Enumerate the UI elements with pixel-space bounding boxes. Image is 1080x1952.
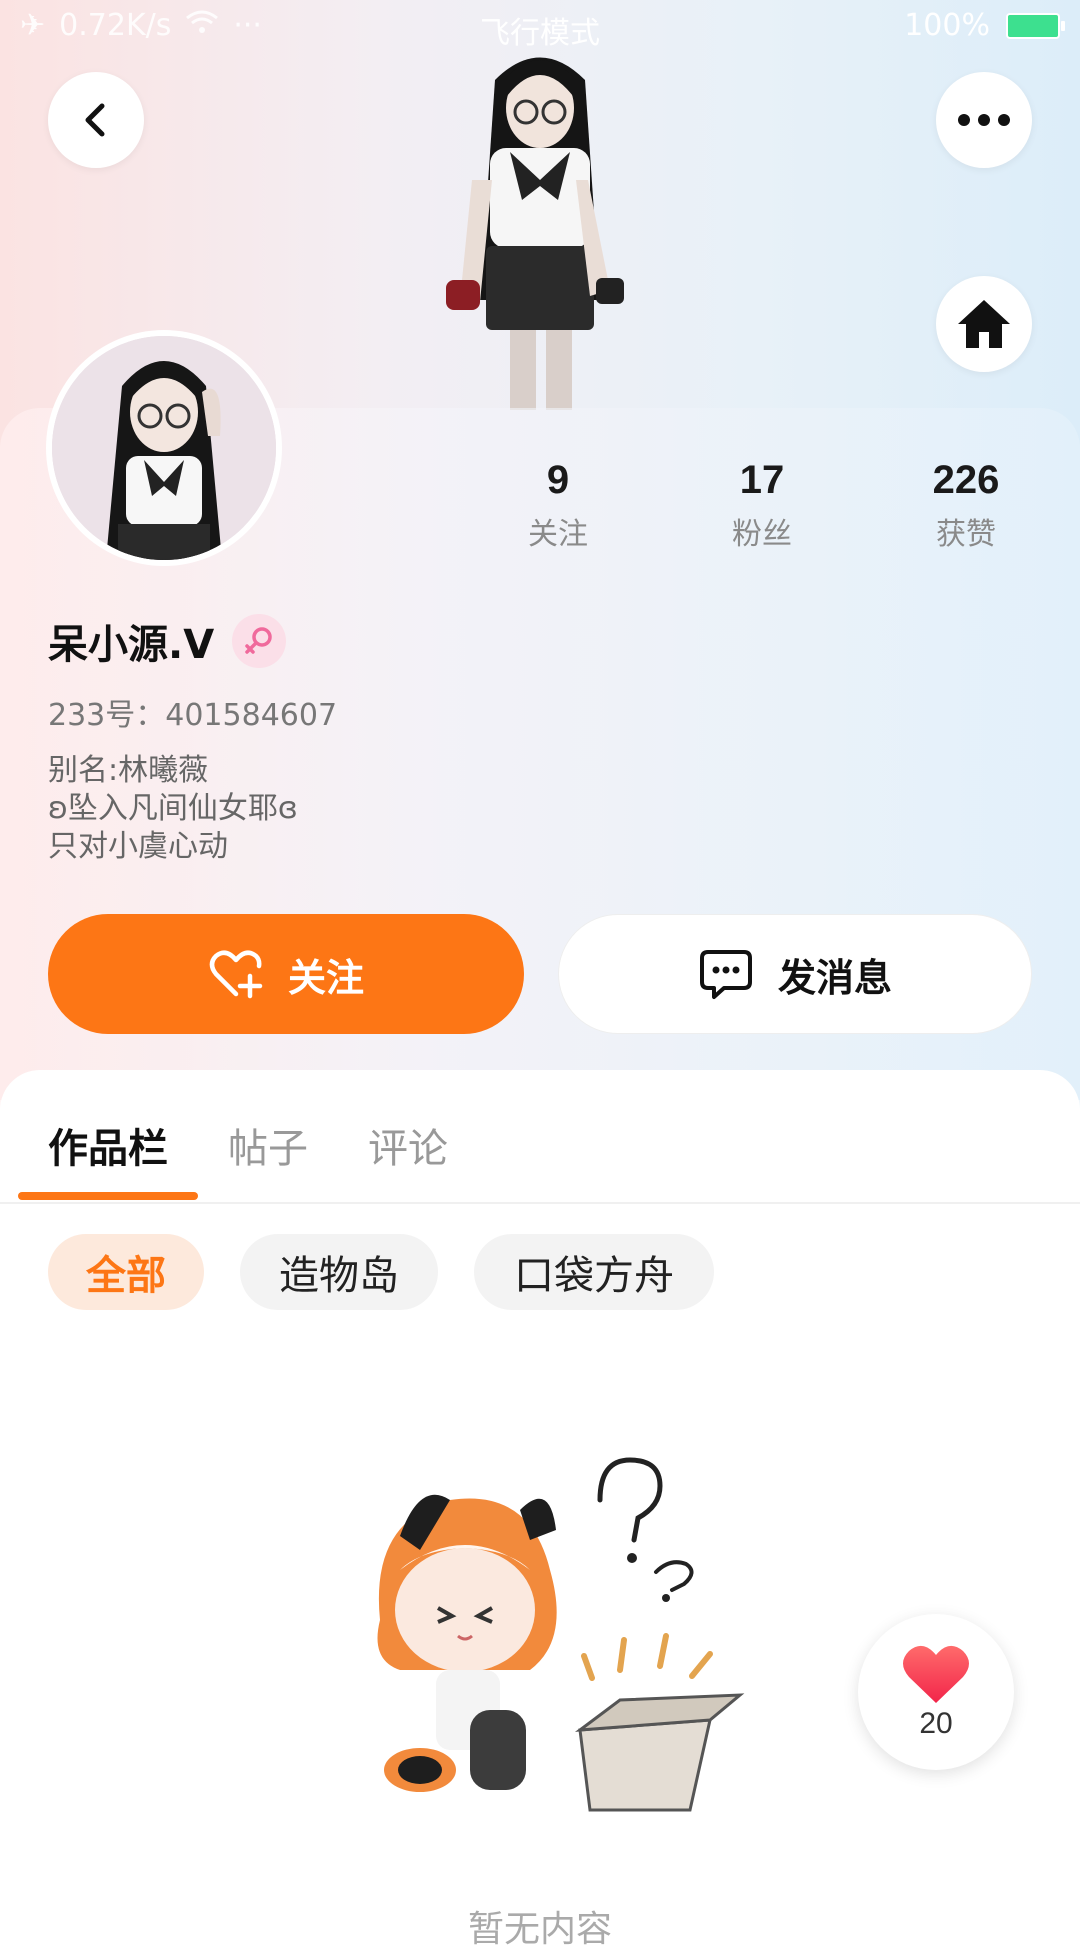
- like-count: 20: [919, 1707, 953, 1740]
- heart-plus-icon: [209, 950, 263, 999]
- avatar-image: [52, 336, 276, 560]
- avatar[interactable]: [46, 330, 282, 566]
- filter-all[interactable]: 全部: [48, 1234, 204, 1310]
- female-icon: [245, 627, 272, 654]
- profile-uid: 233号：401584607: [48, 698, 338, 733]
- battery-percent: 100%: [904, 8, 990, 43]
- stat-following[interactable]: 9 关注: [478, 458, 638, 553]
- stat-fans[interactable]: 17 粉丝: [682, 458, 842, 553]
- gender-badge: [232, 614, 286, 668]
- filter-koudaifangzhou[interactable]: 口袋方舟: [474, 1234, 714, 1310]
- chat-bubble-icon: [699, 950, 752, 999]
- chevron-left-icon: [85, 103, 105, 137]
- tab-bar: 作品栏 帖子 评论: [0, 1090, 1080, 1202]
- more-button[interactable]: [936, 72, 1032, 168]
- more-dots-icon: [958, 114, 1010, 126]
- message-button[interactable]: 发消息: [558, 914, 1032, 1034]
- home-icon: [958, 300, 1010, 348]
- tab-comments[interactable]: 评论: [368, 1116, 448, 1174]
- filter-zaowudao[interactable]: 造物岛: [240, 1234, 438, 1310]
- profile-bio: 别名:林曦薇 ʚ坠入凡间仙女耶ɞ 只对小虞心动: [48, 752, 298, 866]
- tab-posts[interactable]: 帖子: [228, 1116, 308, 1174]
- follow-button[interactable]: 关注: [48, 914, 524, 1034]
- home-button[interactable]: [936, 276, 1032, 372]
- profile-name: 呆小源.V: [48, 622, 215, 668]
- empty-state-text: 暂无内容: [467, 1909, 612, 1950]
- stat-value: 9: [546, 458, 570, 502]
- stat-likes[interactable]: 226 获赞: [886, 458, 1046, 553]
- stat-value: 226: [932, 458, 1000, 502]
- bio-line: 只对小虞心动: [48, 829, 228, 864]
- stat-label: 粉丝: [732, 517, 792, 552]
- message-label: 发消息: [777, 955, 892, 1000]
- heart-icon: [903, 1645, 969, 1703]
- tab-works[interactable]: 作品栏: [48, 1116, 168, 1174]
- battery-icon: [1006, 12, 1065, 39]
- hero-character-image: [400, 40, 680, 410]
- back-button[interactable]: [48, 72, 144, 168]
- bio-line: ʚ坠入凡间仙女耶ɞ: [48, 791, 298, 826]
- divider: [0, 1202, 1080, 1204]
- stat-label: 关注: [528, 517, 588, 552]
- empty-state-illustration: [360, 1440, 760, 1840]
- like-fab[interactable]: 20: [858, 1614, 1014, 1770]
- status-right: 100%: [904, 8, 1065, 43]
- stat-label: 获赞: [936, 517, 996, 552]
- tab-indicator: [18, 1192, 198, 1200]
- follow-label: 关注: [287, 955, 364, 1000]
- stat-value: 17: [739, 458, 785, 502]
- bio-line: 别名:林曦薇: [48, 753, 209, 788]
